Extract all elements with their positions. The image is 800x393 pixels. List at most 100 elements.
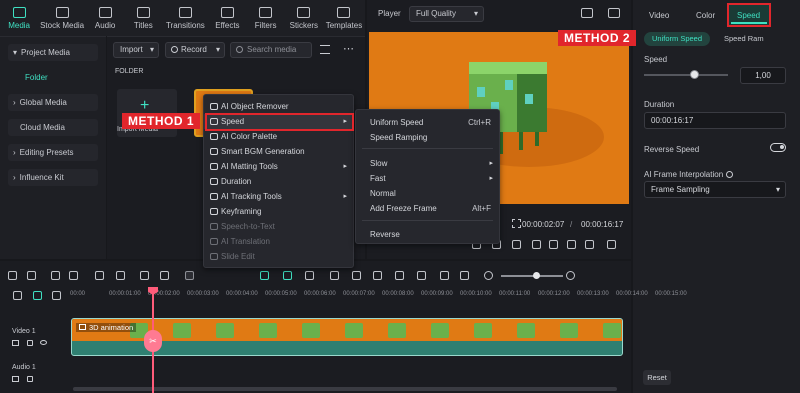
chevron-right-icon: › (13, 98, 16, 107)
tab-transitions[interactable]: Transitions (162, 0, 208, 36)
horizontal-scrollbar[interactable] (73, 387, 617, 391)
subtab-speed-ramping[interactable]: Speed Ram (724, 32, 796, 46)
reverse-speed-toggle[interactable] (770, 143, 786, 152)
ruler-tick-label: 00:00:13:00 (577, 291, 609, 297)
tab-color[interactable]: Color (696, 11, 715, 20)
tab-speed[interactable]: Speed (727, 3, 771, 27)
lock-icon[interactable] (27, 376, 33, 382)
sticker-icon[interactable] (305, 271, 314, 280)
ai-cutout-icon[interactable] (260, 271, 269, 280)
pip-icon[interactable] (440, 271, 449, 280)
tab-media[interactable]: Media (0, 0, 38, 36)
sidebar-item-editing-presets[interactable]: › Editing Presets (8, 144, 98, 161)
loop-icon[interactable] (532, 240, 541, 249)
submenu-arrow-icon: ▸ (343, 163, 347, 170)
submenu-item-add-freeze-frame[interactable]: Add Freeze Frame Alt+F (356, 201, 499, 216)
submenu-item-reverse[interactable]: Reverse (356, 227, 499, 242)
undo-icon[interactable] (51, 271, 60, 280)
tab-stock-media[interactable]: Stock Media (38, 0, 86, 36)
more-icon[interactable]: ⋯ (343, 42, 354, 55)
ai-effects-icon[interactable] (283, 271, 292, 280)
settings-icon[interactable] (549, 240, 558, 249)
more-icon[interactable] (185, 271, 194, 280)
menu-item-keyframing[interactable]: Keyframing (204, 204, 353, 219)
interp-dropdown[interactable]: Frame Sampling ▾ (644, 181, 786, 198)
speed-label: Speed (644, 55, 668, 64)
folder-icon[interactable] (12, 376, 19, 382)
playhead[interactable]: ✂ (144, 287, 162, 393)
eye-icon[interactable] (40, 340, 47, 345)
link-icon[interactable] (33, 291, 42, 300)
menu-item-smart-bgm-generation[interactable]: Smart BGM Generation (204, 144, 353, 159)
record-dropdown[interactable]: Record ▾ (165, 42, 225, 58)
ai-tracking-tools-icon (210, 193, 218, 200)
delete-icon[interactable] (95, 271, 104, 280)
grid-icon[interactable] (8, 271, 17, 280)
layout-icon[interactable] (52, 291, 61, 300)
speed-slider[interactable] (644, 70, 728, 79)
zoom-in-icon[interactable] (566, 271, 575, 280)
audio-icon[interactable] (395, 271, 404, 280)
tab-audio[interactable]: Audio (86, 0, 124, 36)
snapshot-icon[interactable] (567, 240, 576, 249)
menu-item-ai-color-palette[interactable]: AI Color Palette (204, 129, 353, 144)
sidebar-item-cloud-media[interactable]: Cloud Media (8, 119, 98, 136)
tab-titles[interactable]: Titles (124, 0, 162, 36)
quality-dropdown[interactable]: Full Quality ▾ (409, 6, 484, 22)
sidebar-item-project-media[interactable]: ▾ Project Media (8, 44, 98, 61)
text-icon[interactable] (160, 271, 169, 280)
submenu-item-uniform-speed[interactable]: Uniform Speed Ctrl+R (356, 115, 499, 130)
filter-icon[interactable] (320, 45, 330, 54)
sidebar-item-global-media[interactable]: › Global Media (8, 94, 98, 111)
redo-icon[interactable] (69, 271, 78, 280)
marker-icon[interactable] (352, 271, 361, 280)
import-dropdown[interactable]: Import ▾ (113, 42, 159, 58)
subtab-uniform-speed[interactable]: Uniform Speed (644, 32, 710, 46)
expand-icon[interactable] (607, 240, 616, 249)
folder-icon[interactable] (12, 340, 19, 346)
tab-video[interactable]: Video (649, 11, 669, 20)
duration-field[interactable]: 00:00:16:17 (644, 112, 786, 129)
speed-value-field[interactable]: 1,00 (740, 67, 786, 84)
info-icon[interactable] (726, 171, 734, 178)
zoom-slider-knob[interactable] (533, 272, 540, 279)
tab-stickers[interactable]: Stickers (285, 0, 323, 36)
sidebar-item-folder[interactable]: Folder (8, 69, 98, 86)
reverse-speed-label: Reverse Speed (644, 145, 700, 154)
submenu-item-fast[interactable]: Fast ▸ (356, 171, 499, 186)
stop-icon[interactable] (512, 240, 521, 249)
tab-effects[interactable]: Effects (208, 0, 246, 36)
menu-item-speed[interactable]: Speed ▸ (204, 114, 353, 129)
reset-button[interactable]: Reset (643, 370, 671, 385)
keyframing-icon (210, 208, 218, 215)
voice-icon[interactable] (417, 271, 426, 280)
submenu-item-normal[interactable]: Normal (356, 186, 499, 201)
zoom-fit-icon[interactable] (512, 219, 521, 228)
image-icon[interactable] (581, 8, 593, 18)
mic-icon[interactable] (373, 271, 382, 280)
menu-item-ai-tracking-tools[interactable]: AI Tracking Tools ▸ (204, 189, 353, 204)
lock-icon[interactable] (27, 340, 33, 346)
tab-templates[interactable]: Templates (323, 0, 365, 36)
add-track-icon[interactable] (13, 291, 22, 300)
interp-label-row: AI Frame Interpolation (644, 170, 734, 179)
speed-slider-knob[interactable] (690, 70, 700, 79)
submenu-item-speed-ramping[interactable]: Speed Ramping (356, 130, 499, 145)
scissors-icon[interactable]: ✂ (144, 330, 162, 352)
menu-item-ai-matting-tools[interactable]: AI Matting Tools ▸ (204, 159, 353, 174)
search-input[interactable]: Search media (230, 42, 312, 58)
menu-item-duration[interactable]: Duration (204, 174, 353, 189)
record-icon[interactable] (330, 271, 339, 280)
select-icon[interactable] (27, 271, 36, 280)
zoom-slider[interactable] (501, 272, 563, 279)
menu-item-ai-object-remover[interactable]: AI Object Remover (204, 99, 353, 114)
zoom-out-icon[interactable] (484, 271, 493, 280)
sidebar-item-influence-kit[interactable]: › Influence Kit (8, 169, 98, 186)
volume-icon[interactable] (585, 240, 594, 249)
cut-icon[interactable] (116, 271, 125, 280)
submenu-item-slow[interactable]: Slow ▸ (356, 156, 499, 171)
fullscreen-icon[interactable] (608, 8, 620, 18)
tab-filters[interactable]: Filters (247, 0, 285, 36)
split-icon[interactable] (460, 271, 469, 280)
crop-icon[interactable] (140, 271, 149, 280)
